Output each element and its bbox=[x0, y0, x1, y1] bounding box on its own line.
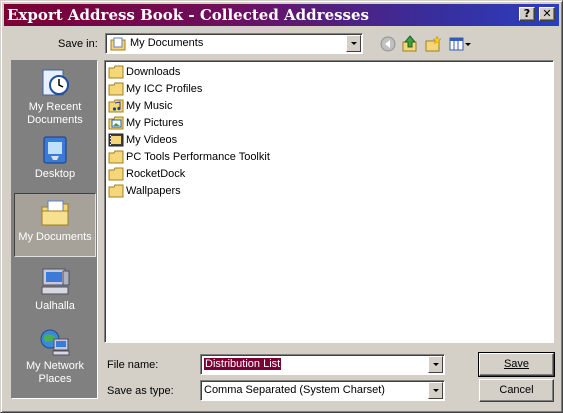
export-dialog: Export Address Book - Collected Addresse… bbox=[0, 0, 563, 413]
my-documents-small-icon bbox=[110, 37, 126, 51]
place-desktop[interactable]: Desktop bbox=[14, 131, 96, 186]
folder-icon bbox=[108, 65, 124, 79]
file-name-text: PC Tools Performance Toolkit bbox=[126, 151, 270, 163]
save-as-type-value: Comma Separated (System Charset) bbox=[204, 384, 385, 396]
folder-icon bbox=[108, 150, 124, 164]
file-list[interactable]: Downloads My ICC Profiles My Music My Pi… bbox=[104, 60, 554, 343]
place-my-documents[interactable]: My Documents bbox=[14, 193, 96, 257]
list-item[interactable]: My Music bbox=[108, 98, 172, 114]
cancel-button[interactable]: Cancel bbox=[479, 379, 554, 402]
file-name-text: My Videos bbox=[126, 134, 178, 146]
place-label: My Documents bbox=[18, 231, 92, 243]
place-label: My Network Places bbox=[25, 360, 85, 385]
list-item[interactable]: Downloads bbox=[108, 64, 180, 80]
file-name-text: My ICC Profiles bbox=[126, 83, 203, 95]
file-name-value: Distribution List bbox=[204, 358, 282, 370]
videos-folder-icon bbox=[108, 133, 124, 147]
list-item[interactable]: Wallpapers bbox=[108, 183, 181, 199]
save-in-label: Save in: bbox=[58, 38, 98, 50]
my-computer-icon bbox=[41, 268, 70, 295]
recent-documents-icon bbox=[42, 69, 69, 96]
title-bar[interactable]: Export Address Book - Collected Addresse… bbox=[4, 4, 559, 26]
file-name-label: File name: bbox=[107, 359, 159, 371]
save-in-value: My Documents bbox=[130, 37, 204, 49]
close-button[interactable]: ✕ bbox=[539, 7, 555, 21]
save-as-type-dropdown[interactable]: Comma Separated (System Charset) bbox=[200, 380, 445, 401]
save-in-dropdown[interactable]: My Documents bbox=[105, 33, 363, 54]
list-item[interactable]: My ICC Profiles bbox=[108, 81, 202, 97]
place-label: My Recent Documents bbox=[27, 101, 83, 126]
folder-icon bbox=[108, 184, 124, 198]
list-item[interactable]: My Pictures bbox=[108, 115, 183, 131]
pictures-folder-icon bbox=[108, 116, 124, 130]
desktop-icon bbox=[43, 136, 67, 164]
folder-icon bbox=[108, 82, 124, 96]
place-network-places[interactable]: My Network Places bbox=[14, 324, 96, 390]
chevron-down-icon[interactable] bbox=[428, 356, 443, 373]
file-name-text: My Music bbox=[126, 100, 173, 112]
up-folder-icon[interactable] bbox=[401, 35, 419, 53]
save-button-label: Save bbox=[503, 358, 530, 370]
file-name-input[interactable]: Distribution List bbox=[200, 354, 445, 375]
my-documents-icon bbox=[41, 200, 69, 226]
place-label: Desktop bbox=[34, 168, 76, 180]
file-name-text: Downloads bbox=[126, 66, 181, 78]
place-my-computer[interactable]: Ualhalla bbox=[14, 264, 96, 319]
network-places-icon bbox=[40, 329, 70, 356]
chevron-down-icon[interactable] bbox=[428, 382, 443, 399]
list-item[interactable]: RocketDock bbox=[108, 166, 185, 182]
folder-icon bbox=[108, 167, 124, 181]
cancel-button-label: Cancel bbox=[499, 384, 534, 396]
save-as-type-label: Save as type: bbox=[107, 385, 174, 397]
file-name-selected-text: Distribution List bbox=[204, 358, 282, 370]
help-button[interactable]: ? bbox=[519, 7, 535, 21]
file-name-text: Wallpapers bbox=[126, 185, 181, 197]
chevron-down-icon[interactable] bbox=[346, 35, 361, 52]
places-bar: My Recent Documents Desktop My Documents bbox=[11, 60, 98, 399]
list-item[interactable]: PC Tools Performance Toolkit bbox=[108, 149, 270, 165]
save-button[interactable]: Save bbox=[478, 352, 555, 377]
view-menu-icon[interactable] bbox=[448, 35, 472, 53]
back-icon[interactable] bbox=[379, 35, 397, 53]
file-name-text: My Pictures bbox=[126, 117, 184, 129]
place-recent-documents[interactable]: My Recent Documents bbox=[14, 64, 96, 130]
window-title: Export Address Book - Collected Addresse… bbox=[7, 6, 369, 24]
new-folder-icon[interactable] bbox=[424, 35, 442, 53]
file-name-text: RocketDock bbox=[126, 168, 186, 180]
place-label: Ualhalla bbox=[35, 300, 75, 312]
list-item[interactable]: My Videos bbox=[108, 132, 177, 148]
music-folder-icon bbox=[108, 99, 124, 113]
